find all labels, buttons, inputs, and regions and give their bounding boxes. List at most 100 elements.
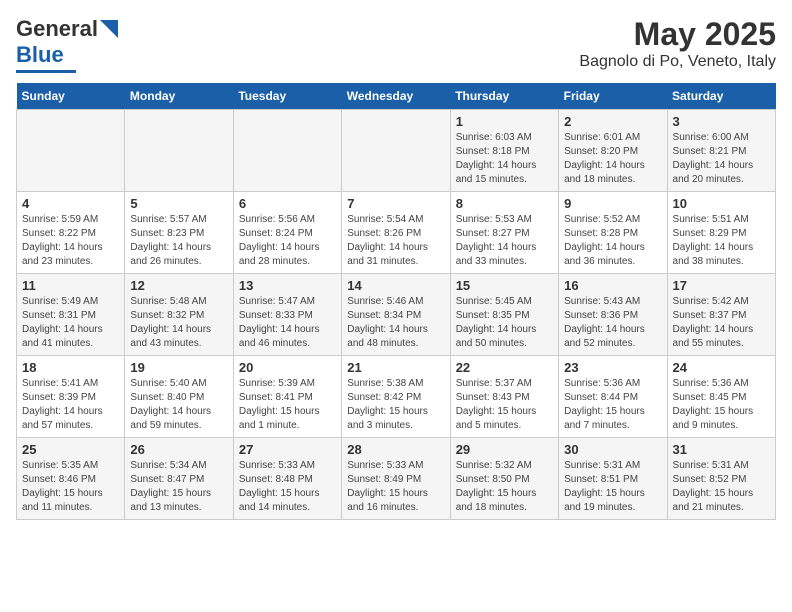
calendar-cell: 26Sunrise: 5:34 AM Sunset: 8:47 PM Dayli… xyxy=(125,438,233,520)
page-title: May 2025 xyxy=(579,16,776,53)
day-info: Sunrise: 5:40 AM Sunset: 8:40 PM Dayligh… xyxy=(130,377,227,433)
calendar-cell: 25 Sunrise: 5:35 AM Sunset: 8:46 PM Dayli… xyxy=(17,438,125,520)
page-subtitle: Bagnolo di Po, Veneto, Italy xyxy=(579,53,776,71)
calendar-cell: 13 Sunrise: 5:47 AM Sunset: 8:33 PM Dayli… xyxy=(233,274,341,356)
day-number: 2 xyxy=(564,114,661,129)
calendar-cell: 30 Sunrise: 5:31 AM Sunset: 8:51 PM Dayli… xyxy=(559,438,667,520)
day-number: 6 xyxy=(239,196,336,211)
day-info: Sunrise: 5:41 AM Sunset: 8:39 PM Dayligh… xyxy=(22,377,119,433)
day-number: 1 xyxy=(456,114,553,129)
day-info: Sunrise: 5:48 AM Sunset: 8:32 PM Dayligh… xyxy=(130,295,227,351)
calendar-cell: 22 Sunrise: 5:37 AM Sunset: 8:43 PM Dayli… xyxy=(450,356,558,438)
calendar-week-row: 4Sunrise: 5:59 AM Sunset: 8:22 PM Daylig… xyxy=(17,192,776,274)
calendar-cell: 9Sunrise: 5:52 AM Sunset: 8:28 PM Daylig… xyxy=(559,192,667,274)
day-number: 24 xyxy=(673,360,770,375)
day-number: 25 xyxy=(22,442,119,457)
day-number: 17 xyxy=(673,278,770,293)
day-number: 30 xyxy=(564,442,661,457)
calendar-cell xyxy=(233,110,341,192)
logo-underline xyxy=(16,70,76,73)
day-number: 10 xyxy=(673,196,770,211)
day-info: Sunrise: 5:38 AM Sunset: 8:42 PM Dayligh… xyxy=(347,377,444,433)
calendar-cell: 5Sunrise: 5:57 AM Sunset: 8:23 PM Daylig… xyxy=(125,192,233,274)
calendar-cell: 19 Sunrise: 5:40 AM Sunset: 8:40 PM Dayli… xyxy=(125,356,233,438)
day-header-friday: Friday xyxy=(559,83,667,110)
calendar-cell: 3 Sunrise: 6:00 AM Sunset: 8:21 PM Daylig… xyxy=(667,110,775,192)
page-header: General Blue May 2025 Bagnolo di Po, Ven… xyxy=(16,16,776,73)
day-number: 8 xyxy=(456,196,553,211)
calendar-cell: 4Sunrise: 5:59 AM Sunset: 8:22 PM Daylig… xyxy=(17,192,125,274)
calendar-cell: 16Sunrise: 5:43 AM Sunset: 8:36 PM Dayli… xyxy=(559,274,667,356)
day-number: 4 xyxy=(22,196,119,211)
calendar-cell: 14 Sunrise: 5:46 AM Sunset: 8:34 PM Dayli… xyxy=(342,274,450,356)
day-info: Sunrise: 6:00 AM Sunset: 8:21 PM Dayligh… xyxy=(673,131,770,187)
logo-general: General xyxy=(16,16,98,42)
day-info: Sunrise: 5:37 AM Sunset: 8:43 PM Dayligh… xyxy=(456,377,553,433)
day-info: Sunrise: 5:33 AM Sunset: 8:48 PM Dayligh… xyxy=(239,459,336,515)
calendar-week-row: 1 Sunrise: 6:03 AM Sunset: 8:18 PM Daylig… xyxy=(17,110,776,192)
calendar-cell xyxy=(125,110,233,192)
calendar-cell: 21 Sunrise: 5:38 AM Sunset: 8:42 PM Dayli… xyxy=(342,356,450,438)
calendar-cell: 7 Sunrise: 5:54 AM Sunset: 8:26 PM Daylig… xyxy=(342,192,450,274)
day-info: Sunrise: 5:42 AM Sunset: 8:37 PM Dayligh… xyxy=(673,295,770,351)
day-number: 7 xyxy=(347,196,444,211)
day-info: Sunrise: 5:33 AM Sunset: 8:49 PM Dayligh… xyxy=(347,459,444,515)
title-block: May 2025 Bagnolo di Po, Veneto, Italy xyxy=(579,16,776,71)
day-info: Sunrise: 5:43 AM Sunset: 8:36 PM Dayligh… xyxy=(564,295,661,351)
day-info: Sunrise: 5:54 AM Sunset: 8:26 PM Dayligh… xyxy=(347,213,444,269)
day-number: 3 xyxy=(673,114,770,129)
day-number: 21 xyxy=(347,360,444,375)
day-info: Sunrise: 5:52 AM Sunset: 8:28 PM Dayligh… xyxy=(564,213,661,269)
logo-arrow-icon xyxy=(100,20,118,38)
day-info: Sunrise: 5:51 AM Sunset: 8:29 PM Dayligh… xyxy=(673,213,770,269)
day-number: 22 xyxy=(456,360,553,375)
calendar-cell: 15Sunrise: 5:45 AM Sunset: 8:35 PM Dayli… xyxy=(450,274,558,356)
day-info: Sunrise: 6:01 AM Sunset: 8:20 PM Dayligh… xyxy=(564,131,661,187)
day-info: Sunrise: 5:57 AM Sunset: 8:23 PM Dayligh… xyxy=(130,213,227,269)
calendar-cell: 8Sunrise: 5:53 AM Sunset: 8:27 PM Daylig… xyxy=(450,192,558,274)
calendar-cell: 29Sunrise: 5:32 AM Sunset: 8:50 PM Dayli… xyxy=(450,438,558,520)
day-header-wednesday: Wednesday xyxy=(342,83,450,110)
day-number: 19 xyxy=(130,360,227,375)
day-number: 18 xyxy=(22,360,119,375)
logo: General Blue xyxy=(16,16,122,73)
day-info: Sunrise: 5:46 AM Sunset: 8:34 PM Dayligh… xyxy=(347,295,444,351)
calendar-cell: 17 Sunrise: 5:42 AM Sunset: 8:37 PM Dayli… xyxy=(667,274,775,356)
day-header-sunday: Sunday xyxy=(17,83,125,110)
day-header-tuesday: Tuesday xyxy=(233,83,341,110)
calendar-cell xyxy=(342,110,450,192)
day-info: Sunrise: 5:31 AM Sunset: 8:51 PM Dayligh… xyxy=(564,459,661,515)
calendar-cell: 20Sunrise: 5:39 AM Sunset: 8:41 PM Dayli… xyxy=(233,356,341,438)
calendar-table: SundayMondayTuesdayWednesdayThursdayFrid… xyxy=(16,83,776,520)
day-number: 26 xyxy=(130,442,227,457)
day-number: 14 xyxy=(347,278,444,293)
day-info: Sunrise: 5:35 AM Sunset: 8:46 PM Dayligh… xyxy=(22,459,119,515)
day-info: Sunrise: 5:36 AM Sunset: 8:44 PM Dayligh… xyxy=(564,377,661,433)
calendar-cell: 6 Sunrise: 5:56 AM Sunset: 8:24 PM Daylig… xyxy=(233,192,341,274)
calendar-cell: 11 Sunrise: 5:49 AM Sunset: 8:31 PM Dayli… xyxy=(17,274,125,356)
day-info: Sunrise: 5:47 AM Sunset: 8:33 PM Dayligh… xyxy=(239,295,336,351)
calendar-cell: 27 Sunrise: 5:33 AM Sunset: 8:48 PM Dayli… xyxy=(233,438,341,520)
day-number: 13 xyxy=(239,278,336,293)
day-info: Sunrise: 5:56 AM Sunset: 8:24 PM Dayligh… xyxy=(239,213,336,269)
day-header-monday: Monday xyxy=(125,83,233,110)
day-info: Sunrise: 5:31 AM Sunset: 8:52 PM Dayligh… xyxy=(673,459,770,515)
logo-blue: Blue xyxy=(16,42,64,68)
day-header-thursday: Thursday xyxy=(450,83,558,110)
day-info: Sunrise: 5:49 AM Sunset: 8:31 PM Dayligh… xyxy=(22,295,119,351)
day-info: Sunrise: 6:03 AM Sunset: 8:18 PM Dayligh… xyxy=(456,131,553,187)
day-header-saturday: Saturday xyxy=(667,83,775,110)
calendar-cell: 31Sunrise: 5:31 AM Sunset: 8:52 PM Dayli… xyxy=(667,438,775,520)
calendar-cell: 12 Sunrise: 5:48 AM Sunset: 8:32 PM Dayli… xyxy=(125,274,233,356)
calendar-header-row: SundayMondayTuesdayWednesdayThursdayFrid… xyxy=(17,83,776,110)
calendar-cell: 2 Sunrise: 6:01 AM Sunset: 8:20 PM Daylig… xyxy=(559,110,667,192)
day-info: Sunrise: 5:32 AM Sunset: 8:50 PM Dayligh… xyxy=(456,459,553,515)
day-number: 11 xyxy=(22,278,119,293)
day-info: Sunrise: 5:45 AM Sunset: 8:35 PM Dayligh… xyxy=(456,295,553,351)
day-info: Sunrise: 5:36 AM Sunset: 8:45 PM Dayligh… xyxy=(673,377,770,433)
day-number: 20 xyxy=(239,360,336,375)
calendar-week-row: 25 Sunrise: 5:35 AM Sunset: 8:46 PM Dayli… xyxy=(17,438,776,520)
day-number: 12 xyxy=(130,278,227,293)
calendar-cell: 28Sunrise: 5:33 AM Sunset: 8:49 PM Dayli… xyxy=(342,438,450,520)
day-number: 27 xyxy=(239,442,336,457)
